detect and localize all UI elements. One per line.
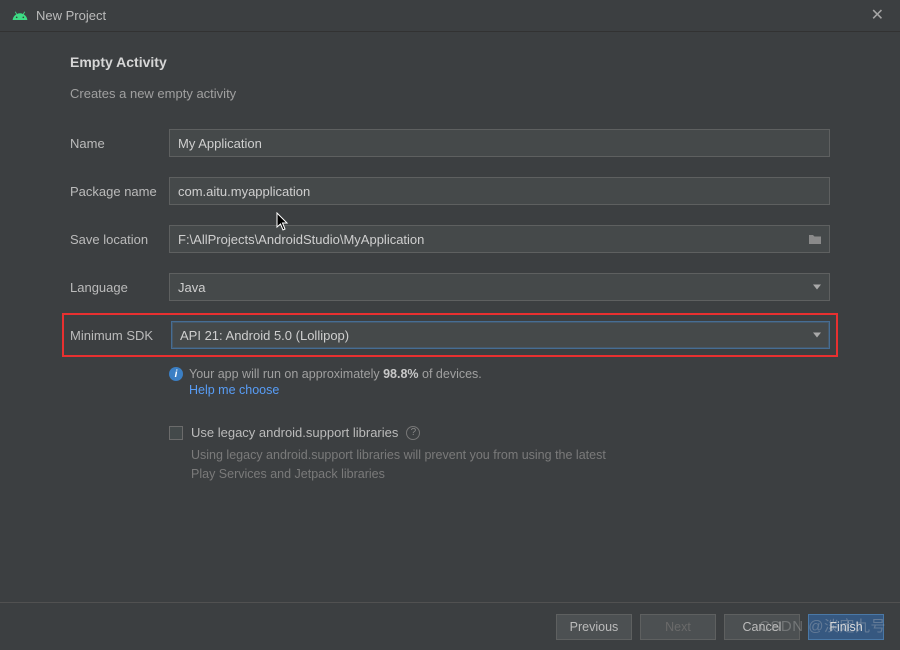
- page-title: Empty Activity: [70, 54, 830, 70]
- legacy-hint: Using legacy android.support libraries w…: [191, 446, 631, 484]
- row-min-sdk-highlight: Minimum SDK API 21: Android 5.0 (Lollipo…: [62, 313, 838, 357]
- help-me-choose-link[interactable]: Help me choose: [189, 383, 279, 397]
- legacy-checkbox-label: Use legacy android.support libraries: [191, 425, 398, 440]
- label-language: Language: [70, 280, 169, 295]
- label-package: Package name: [70, 184, 169, 199]
- close-icon[interactable]: ✕: [867, 6, 888, 26]
- name-input[interactable]: [169, 129, 830, 157]
- row-name: Name: [70, 129, 830, 157]
- row-language: Language Java: [70, 273, 830, 301]
- row-save-location: Save location: [70, 225, 830, 253]
- sdk-info-block: i Your app will run on approximately 98.…: [169, 367, 830, 397]
- page-description: Creates a new empty activity: [70, 86, 830, 101]
- help-icon[interactable]: ?: [406, 426, 420, 440]
- label-min-sdk: Minimum SDK: [70, 328, 171, 343]
- sdk-run-info: Your app will run on approximately 98.8%…: [189, 367, 482, 381]
- next-button: Next: [640, 614, 716, 640]
- legacy-block: Use legacy android.support libraries ? U…: [169, 425, 830, 484]
- save-location-input[interactable]: [169, 225, 830, 253]
- content-area: Empty Activity Creates a new empty activ…: [0, 32, 900, 484]
- label-save-location: Save location: [70, 232, 169, 247]
- window-title: New Project: [36, 8, 867, 23]
- row-package: Package name: [70, 177, 830, 205]
- titlebar: New Project ✕: [0, 0, 900, 32]
- info-icon: i: [169, 367, 183, 381]
- cancel-button[interactable]: Cancel: [724, 614, 800, 640]
- finish-button[interactable]: Finish: [808, 614, 884, 640]
- label-name: Name: [70, 136, 169, 151]
- package-input[interactable]: [169, 177, 830, 205]
- button-bar: Previous Next Cancel Finish: [0, 602, 900, 650]
- previous-button[interactable]: Previous: [556, 614, 632, 640]
- language-select[interactable]: Java: [169, 273, 830, 301]
- legacy-checkbox[interactable]: [169, 426, 183, 440]
- android-icon: [12, 8, 28, 24]
- min-sdk-select[interactable]: API 21: Android 5.0 (Lollipop): [171, 321, 830, 349]
